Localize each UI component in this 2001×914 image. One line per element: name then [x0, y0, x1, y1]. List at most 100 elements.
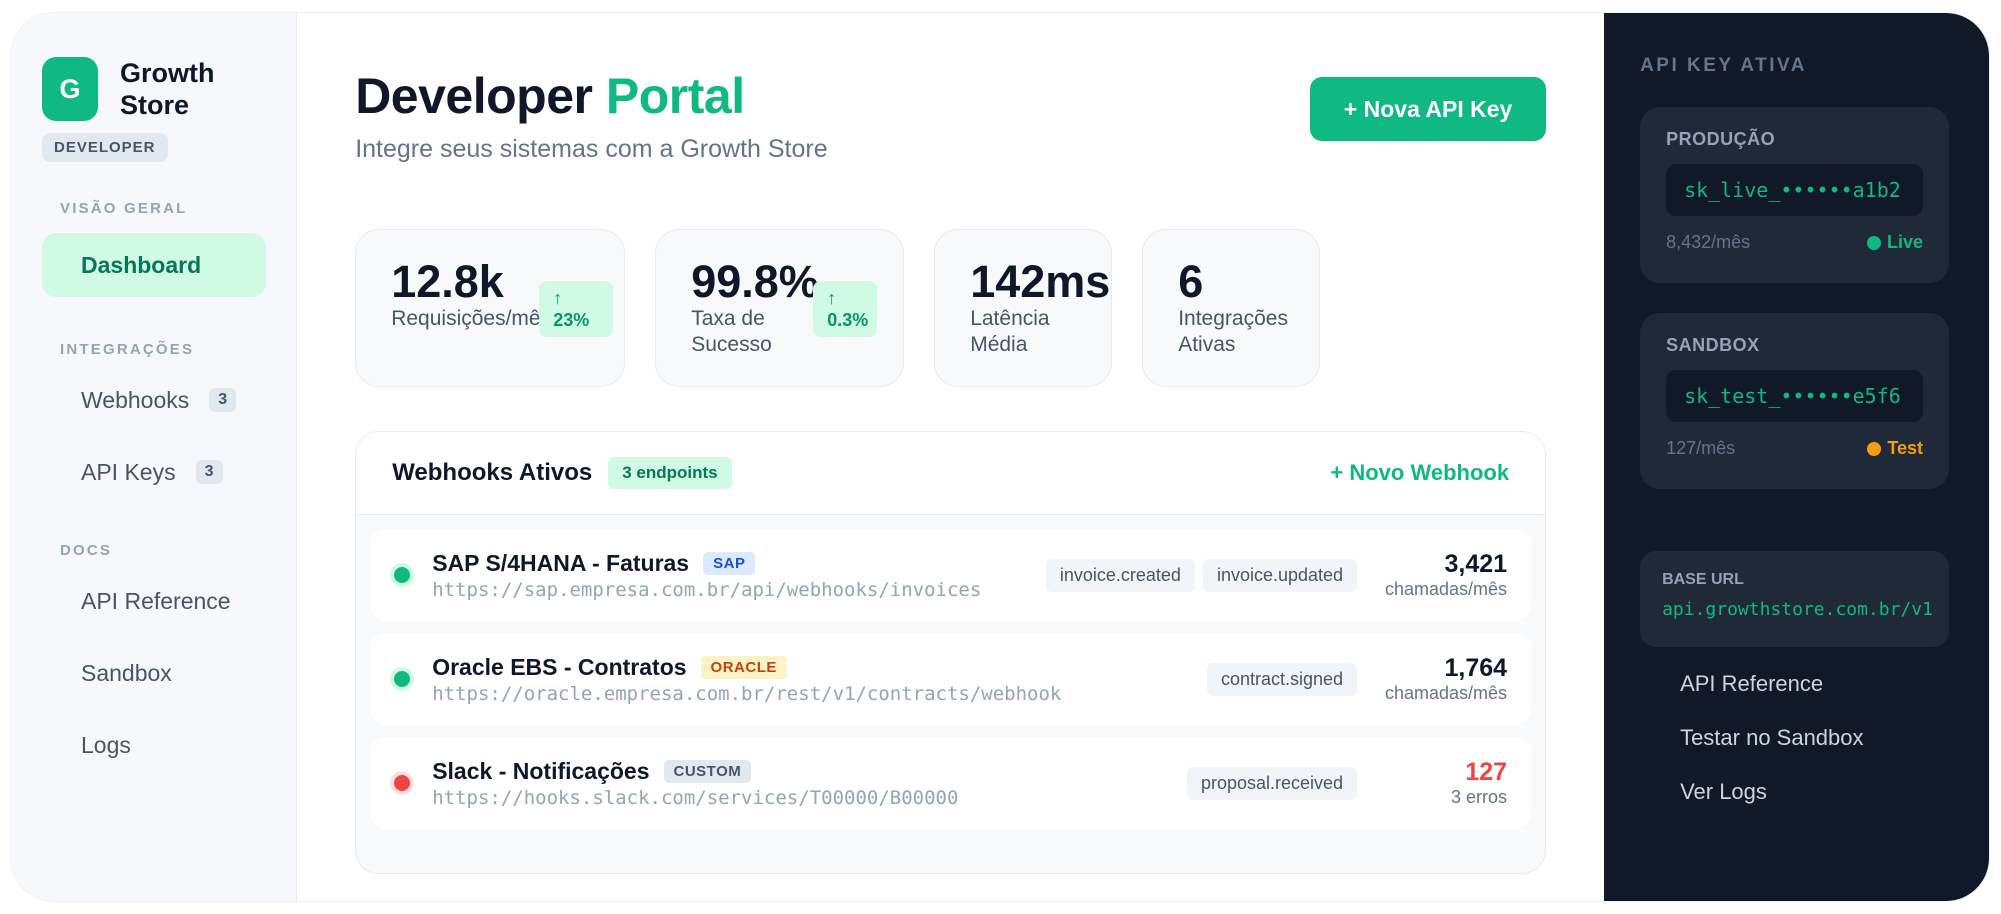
trend-up-icon: ↑ — [553, 288, 563, 308]
page-header: Developer Portal Integre seus sistemas c… — [355, 67, 1547, 227]
webhook-name-text: Slack - Notificações — [432, 757, 650, 784]
webhooks-header: Webhooks Ativos 3 endpoints + Novo Webho… — [356, 432, 1546, 515]
api-keys-count-badge: 3 — [195, 460, 223, 484]
role-badge: DEVELOPER — [42, 133, 168, 162]
key-meta: 127/mês Test — [1666, 438, 1923, 459]
new-api-key-button[interactable]: + Nova API Key — [1310, 77, 1547, 141]
metric-value: 127 — [1465, 758, 1508, 786]
base-url-box: BASE URL api.growthstore.com.br/v1 — [1640, 551, 1949, 647]
nav-section-integrations: INTEGRAÇÕES — [60, 341, 195, 358]
brand-logo: G — [42, 57, 98, 121]
webhook-row[interactable]: SAP S/4HANA - Faturas SAP https://sap.em… — [370, 529, 1532, 621]
webhook-url: https://hooks.slack.com/services/T00000/… — [432, 786, 959, 809]
endpoints-badge: 3 endpoints — [608, 457, 732, 489]
webhook-row[interactable]: Oracle EBS - Contratos ORACLE https://or… — [370, 633, 1532, 725]
sidebar-item-api-keys[interactable]: API Keys 3 — [42, 440, 266, 504]
stat-value: 6 — [1178, 256, 1204, 307]
webhook-info: SAP S/4HANA - Faturas SAP https://sap.em… — [432, 550, 1046, 601]
webhook-events: proposal.received — [1186, 766, 1358, 800]
webhook-tag: CUSTOM — [663, 759, 752, 783]
base-url-label: BASE URL — [1662, 571, 1744, 588]
main-content: Developer Portal Integre seus sistemas c… — [297, 13, 1604, 901]
trend-up-icon: ↑ — [827, 288, 837, 308]
link-test-sandbox[interactable]: Testar no Sandbox — [1640, 715, 1949, 761]
sidebar-item-logs[interactable]: Logs — [42, 713, 266, 777]
key-status-text: Test — [1887, 438, 1923, 458]
title-main: Developer — [355, 68, 593, 124]
webhook-info: Oracle EBS - Contratos ORACLE https://or… — [432, 654, 1207, 705]
link-api-reference[interactable]: API Reference — [1640, 661, 1949, 707]
api-key-value[interactable]: sk_test_••••••e5f6 — [1666, 370, 1923, 422]
key-usage: 8,432/mês — [1666, 232, 1751, 252]
title-accent: Portal — [605, 68, 745, 124]
key-env: SANDBOX — [1666, 335, 1760, 355]
sidebar-item-webhooks[interactable]: Webhooks 3 — [42, 368, 266, 432]
stats-row: 12.8k Requisições/mês ↑ 23% 99.8% Taxa d… — [355, 229, 1546, 387]
stat-label-line: Integrações — [1178, 307, 1288, 330]
webhooks-title: Webhooks Ativos — [392, 459, 593, 486]
webhook-tag: ORACLE — [700, 655, 787, 679]
metric-label: 3 erros — [1451, 787, 1508, 807]
webhook-name: SAP S/4HANA - Faturas SAP — [432, 550, 1046, 577]
key-status: Live — [1866, 232, 1923, 253]
link-view-logs[interactable]: Ver Logs — [1640, 769, 1949, 815]
webhook-url: https://sap.empresa.com.br/api/webhooks/… — [432, 578, 982, 601]
webhook-events: contract.signed — [1206, 662, 1358, 696]
webhook-name: Oracle EBS - Contratos ORACLE — [432, 654, 1207, 681]
sidebar: G Growth Store DEVELOPER VISÃO GERAL Das… — [11, 13, 298, 901]
webhook-metric: 1,764 chamadas/mês — [1377, 654, 1507, 704]
sidebar-item-label: API Reference — [81, 587, 231, 614]
status-dot-error — [394, 775, 411, 791]
event-chip: invoice.created — [1045, 558, 1195, 592]
stat-label-line: Latência — [970, 307, 1050, 330]
webhook-name: Slack - Notificações CUSTOM — [432, 758, 1187, 785]
api-key-panel-title: API KEY ATIVA — [1640, 55, 1807, 76]
event-chip: proposal.received — [1186, 766, 1358, 800]
webhook-metric: 3,421 chamadas/mês — [1377, 550, 1507, 600]
webhooks-count-badge: 3 — [209, 388, 237, 412]
key-usage: 127/mês — [1666, 438, 1736, 458]
status-dot-active — [394, 671, 411, 687]
new-webhook-link[interactable]: + Novo Webhook — [1330, 460, 1509, 486]
webhook-tag: SAP — [703, 551, 756, 575]
brand-name: Growth Store — [120, 58, 215, 120]
status-dot-active — [394, 567, 411, 583]
trend-badge: ↑ 23% — [539, 281, 614, 337]
api-key-value[interactable]: sk_live_••••••a1b2 — [1666, 164, 1923, 216]
key-env: PRODUÇÃO — [1666, 129, 1776, 149]
metric-value: 1,764 — [1444, 654, 1508, 682]
stat-card-requests: 12.8k Requisições/mês ↑ 23% — [355, 229, 626, 387]
webhook-events: invoice.created invoice.updated — [1045, 558, 1358, 592]
sidebar-item-dashboard[interactable]: Dashboard — [42, 233, 267, 297]
stat-card-integrations: 6 Integrações Ativas — [1142, 229, 1321, 387]
event-chip: invoice.updated — [1202, 558, 1358, 592]
sidebar-item-label: API Keys — [81, 458, 176, 485]
base-url-value[interactable]: api.growthstore.com.br/v1 — [1662, 599, 1933, 620]
webhooks-panel: Webhooks Ativos 3 endpoints + Novo Webho… — [355, 431, 1547, 874]
webhook-url: https://oracle.empresa.com.br/rest/v1/co… — [432, 682, 1062, 705]
sidebar-item-api-reference[interactable]: API Reference — [42, 569, 266, 633]
stat-label: Integrações Ativas — [1178, 306, 1288, 358]
live-dot-icon — [1866, 235, 1881, 250]
webhook-row[interactable]: Slack - Notificações CUSTOM https://hook… — [370, 737, 1532, 829]
key-meta: 8,432/mês Live — [1666, 232, 1923, 253]
api-key-panel: API KEY ATIVA PRODUÇÃO sk_live_••••••a1b… — [1604, 13, 1989, 901]
brand: G Growth Store — [42, 57, 266, 121]
stat-card-latency: 142ms Latência Média — [934, 229, 1113, 387]
stat-value: 142ms — [970, 256, 1111, 307]
sidebar-item-label: Sandbox — [81, 659, 172, 686]
metric-label: chamadas/mês — [1385, 683, 1508, 703]
nav-section-docs: DOCS — [60, 542, 113, 559]
event-chip: contract.signed — [1206, 662, 1358, 696]
nav-section-overview: VISÃO GERAL — [60, 200, 188, 217]
webhook-metric: 127 3 erros — [1377, 758, 1507, 808]
sidebar-item-label: Logs — [81, 731, 131, 758]
app-window: G Growth Store DEVELOPER VISÃO GERAL Das… — [10, 12, 1990, 902]
stat-label-line: Ativas — [1178, 333, 1236, 356]
webhook-name-text: SAP S/4HANA - Faturas — [432, 549, 690, 576]
stat-card-success-rate: 99.8% Taxa de Sucesso ↑ 0.3% — [655, 229, 905, 387]
metric-label: chamadas/mês — [1385, 579, 1508, 599]
sidebar-item-sandbox[interactable]: Sandbox — [42, 641, 266, 705]
test-dot-icon — [1867, 441, 1882, 456]
webhook-info: Slack - Notificações CUSTOM https://hook… — [432, 758, 1187, 809]
